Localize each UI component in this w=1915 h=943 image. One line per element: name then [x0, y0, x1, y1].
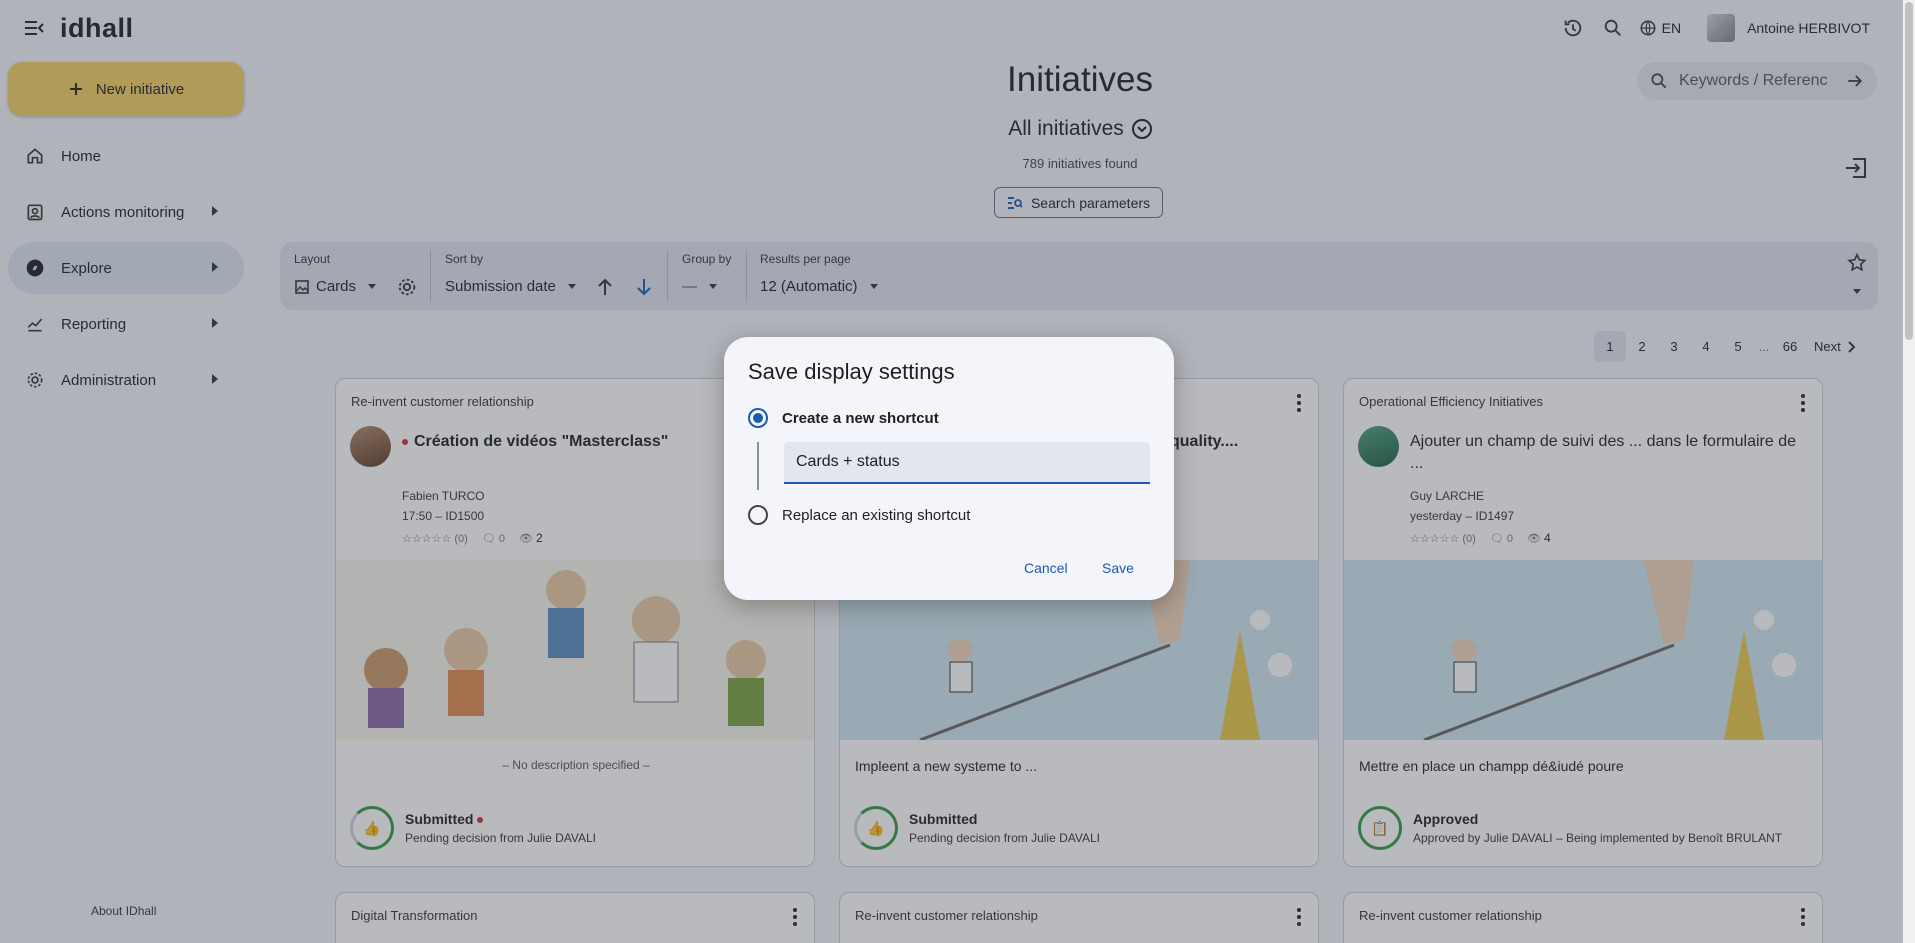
dialog-title: Save display settings	[748, 359, 955, 384]
page-scrollbar[interactable]	[1903, 0, 1915, 943]
create-shortcut-radio[interactable]	[748, 408, 768, 428]
scrollbar-thumb[interactable]	[1905, 2, 1913, 340]
replace-shortcut-radio[interactable]	[748, 505, 768, 525]
save-button[interactable]: Save	[1102, 560, 1134, 576]
shortcut-name-input[interactable]	[784, 442, 1150, 484]
cancel-button[interactable]: Cancel	[1024, 560, 1068, 576]
app-root: idhall EN Antoine HERBIVOT New initiativ…	[0, 0, 1915, 943]
replace-shortcut-label[interactable]: Replace an existing shortcut	[782, 507, 970, 524]
save-display-settings-dialog: Save display settings Create a new short…	[724, 337, 1174, 600]
create-shortcut-label[interactable]: Create a new shortcut	[782, 410, 939, 427]
option-divider	[757, 442, 759, 490]
